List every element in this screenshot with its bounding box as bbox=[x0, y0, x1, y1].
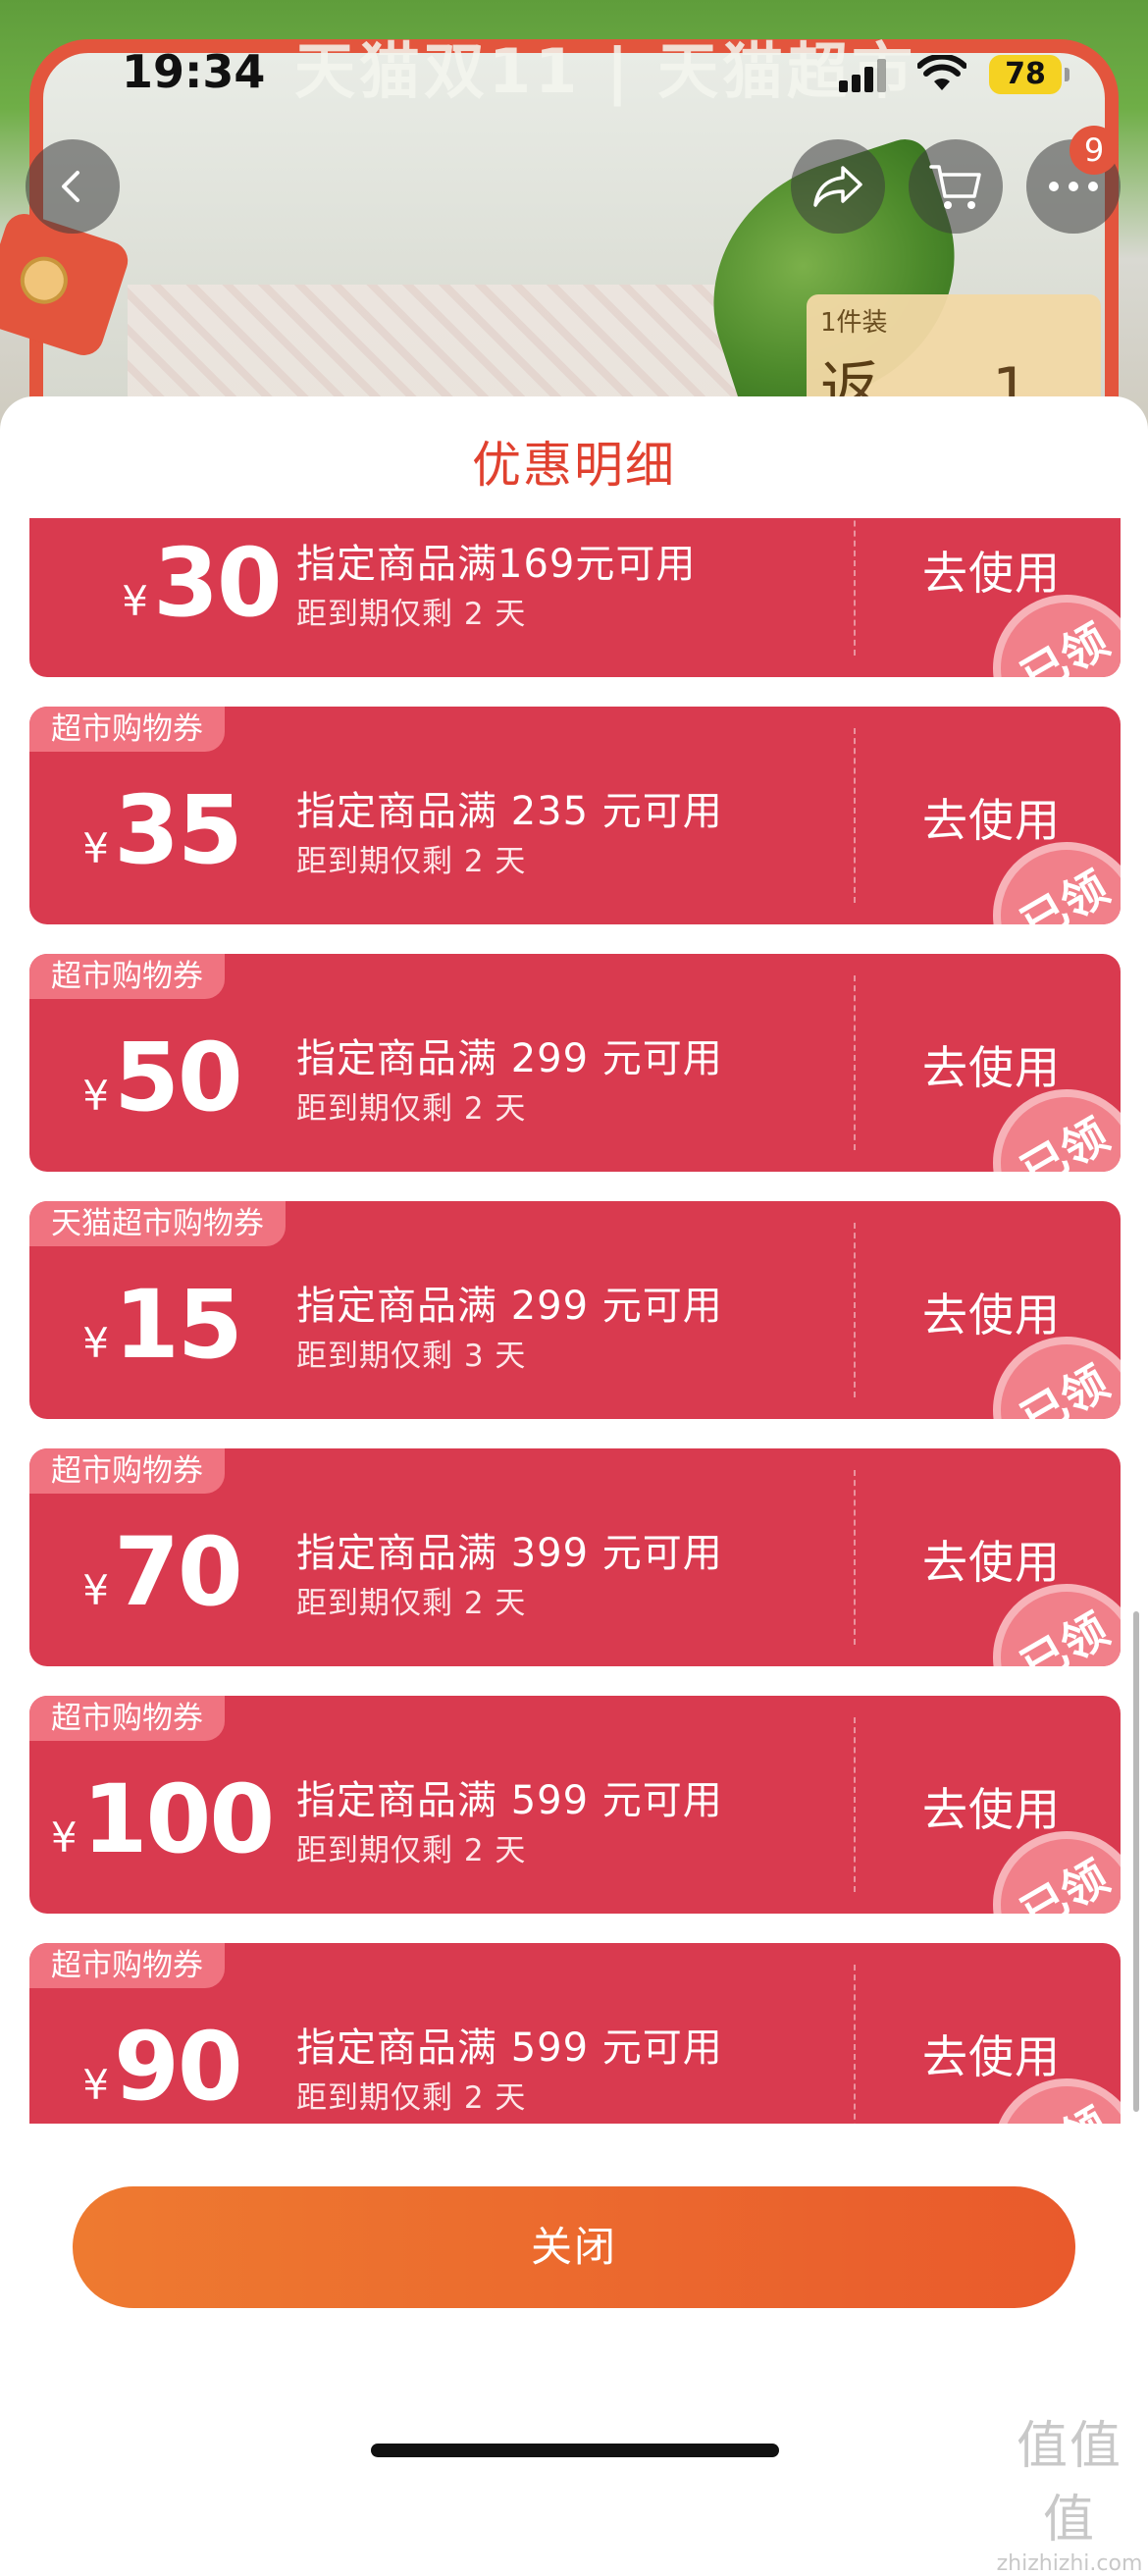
coupon-condition: 指定商品满 299 元可用 bbox=[296, 1284, 723, 1329]
use-coupon-button[interactable]: 去使用 bbox=[922, 1280, 1061, 1344]
coupon-condition: 指定商品满 235 元可用 bbox=[296, 789, 723, 834]
close-button[interactable]: 关闭 bbox=[73, 2186, 1075, 2308]
chevron-left-icon bbox=[62, 171, 79, 202]
more-icon bbox=[1049, 182, 1098, 191]
coupon-amount: ¥ 50 bbox=[29, 1023, 294, 1132]
currency-symbol: ¥ bbox=[122, 577, 149, 625]
watermark: 值值值 zhizhizhi.com bbox=[991, 2404, 1148, 2576]
coupon-divider bbox=[854, 1717, 856, 1892]
coupon-list[interactable]: 超市购物券 ¥ 30 指定商品满169元可用 距到期仅剩 2 天 去使用 已领 … bbox=[0, 518, 1148, 2124]
coupon-card: 超市购物券 ¥ 90 指定商品满 599 元可用 距到期仅剩 2 天 去使用 已… bbox=[29, 1943, 1121, 2124]
use-coupon-button[interactable]: 去使用 bbox=[922, 1527, 1061, 1592]
cart-icon bbox=[929, 165, 981, 209]
coupon-details-sheet: 优惠明细 超市购物券 ¥ 30 指定商品满169元可用 距到期仅剩 2 天 去使… bbox=[0, 396, 1148, 2485]
scrollbar[interactable] bbox=[1133, 1611, 1139, 2112]
share-button[interactable] bbox=[791, 139, 885, 234]
coupon-value: 70 bbox=[114, 1517, 243, 1627]
coupon-amount: ¥ 15 bbox=[29, 1270, 294, 1380]
home-indicator[interactable] bbox=[371, 2444, 779, 2457]
coupon-card: 超市购物券 ¥ 35 指定商品满 235 元可用 距到期仅剩 2 天 去使用 已… bbox=[29, 707, 1121, 924]
coupon-value: 30 bbox=[153, 528, 283, 638]
cart-count-badge: 9 bbox=[1070, 126, 1119, 175]
currency-symbol: ¥ bbox=[82, 1072, 110, 1120]
coupon-divider bbox=[854, 1965, 856, 2124]
currency-symbol: ¥ bbox=[82, 1319, 110, 1367]
coupon-condition: 指定商品满 599 元可用 bbox=[296, 2025, 723, 2071]
coupon-expiry: 距到期仅剩 2 天 bbox=[296, 844, 527, 879]
coupon-expiry: 距到期仅剩 2 天 bbox=[296, 1833, 527, 1868]
coupon-type-label: 超市购物券 bbox=[29, 1448, 225, 1494]
currency-symbol: ¥ bbox=[82, 2061, 110, 2109]
coupon-expiry: 距到期仅剩 2 天 bbox=[296, 597, 527, 632]
product-banner: 天猫双11 | 天猫超市 1件装 返 1 元 19:34 78 bbox=[0, 0, 1148, 432]
coupon-value: 15 bbox=[114, 1270, 243, 1380]
coupon-amount: ¥ 70 bbox=[29, 1517, 294, 1627]
cellular-signal-icon bbox=[839, 59, 888, 92]
share-icon bbox=[813, 166, 862, 207]
coupon-type-label: 超市购物券 bbox=[29, 1696, 225, 1741]
coupon-amount: ¥ 90 bbox=[29, 2012, 294, 2122]
use-coupon-button[interactable]: 去使用 bbox=[922, 1774, 1061, 1839]
coupon-value: 100 bbox=[81, 1764, 275, 1874]
coupon-divider bbox=[854, 728, 856, 903]
coupon-divider bbox=[854, 518, 856, 656]
coupon-expiry: 距到期仅剩 2 天 bbox=[296, 1091, 527, 1127]
coupon-type-label: 超市购物券 bbox=[29, 954, 225, 999]
coupon-card: 超市购物券 ¥ 30 指定商品满169元可用 距到期仅剩 2 天 去使用 已领 bbox=[29, 518, 1121, 677]
coupon-amount: ¥ 30 bbox=[69, 528, 334, 638]
coupon-value: 90 bbox=[114, 2012, 243, 2122]
coupon-condition: 指定商品满 599 元可用 bbox=[296, 1778, 723, 1823]
promo-pack-label: 1件装 bbox=[820, 308, 888, 338]
coupon-value: 50 bbox=[114, 1023, 243, 1132]
coupon-expiry: 距到期仅剩 2 天 bbox=[296, 1586, 527, 1621]
coupon-amount: ¥ 35 bbox=[29, 775, 294, 885]
use-coupon-button[interactable]: 去使用 bbox=[922, 2022, 1061, 2086]
coupon-divider bbox=[854, 1470, 856, 1645]
coupon-expiry: 距到期仅剩 3 天 bbox=[296, 1339, 527, 1374]
coupon-type-label: 超市购物券 bbox=[29, 707, 225, 752]
currency-symbol: ¥ bbox=[82, 1566, 110, 1614]
coupon-card: 超市购物券 ¥ 50 指定商品满 299 元可用 距到期仅剩 2 天 去使用 已… bbox=[29, 954, 1121, 1172]
use-coupon-button[interactable]: 去使用 bbox=[922, 538, 1061, 603]
coupon-amount: ¥ 100 bbox=[29, 1764, 294, 1874]
wifi-icon bbox=[917, 55, 966, 90]
coupon-card: 超市购物券 ¥ 70 指定商品满 399 元可用 距到期仅剩 2 天 去使用 已… bbox=[29, 1448, 1121, 1666]
coupon-card: 超市购物券 ¥ 100 指定商品满 599 元可用 距到期仅剩 2 天 去使用 … bbox=[29, 1696, 1121, 1914]
coupon-condition: 指定商品满169元可用 bbox=[296, 542, 697, 587]
coupon-condition: 指定商品满 299 元可用 bbox=[296, 1036, 723, 1081]
battery-indicator: 78 bbox=[989, 55, 1070, 94]
coupon-divider bbox=[854, 1223, 856, 1397]
coupon-divider bbox=[854, 975, 856, 1150]
use-coupon-button[interactable]: 去使用 bbox=[922, 785, 1061, 850]
coupon-value: 35 bbox=[114, 775, 243, 885]
cart-button[interactable] bbox=[909, 139, 1003, 234]
coupon-condition: 指定商品满 399 元可用 bbox=[296, 1531, 723, 1576]
use-coupon-button[interactable]: 去使用 bbox=[922, 1032, 1061, 1097]
coupon-expiry: 距到期仅剩 2 天 bbox=[296, 2080, 527, 2116]
coupon-type-label: 超市购物券 bbox=[29, 1943, 225, 1988]
currency-symbol: ¥ bbox=[82, 824, 110, 872]
watermark-site: zhizhizhi.com bbox=[996, 2551, 1143, 2576]
banner-title: 天猫双11 | 天猫超市 bbox=[294, 35, 917, 107]
coupon-card: 天猫超市购物券 ¥ 15 指定商品满 299 元可用 距到期仅剩 3 天 去使用… bbox=[29, 1201, 1121, 1419]
back-button[interactable] bbox=[26, 139, 120, 234]
coupon-type-label: 天猫超市购物券 bbox=[29, 1201, 286, 1246]
watermark-logo: 值值值 bbox=[1016, 2417, 1122, 2550]
status-time: 19:34 bbox=[122, 45, 266, 98]
sheet-title: 优惠明细 bbox=[472, 437, 676, 494]
currency-symbol: ¥ bbox=[50, 1814, 78, 1862]
